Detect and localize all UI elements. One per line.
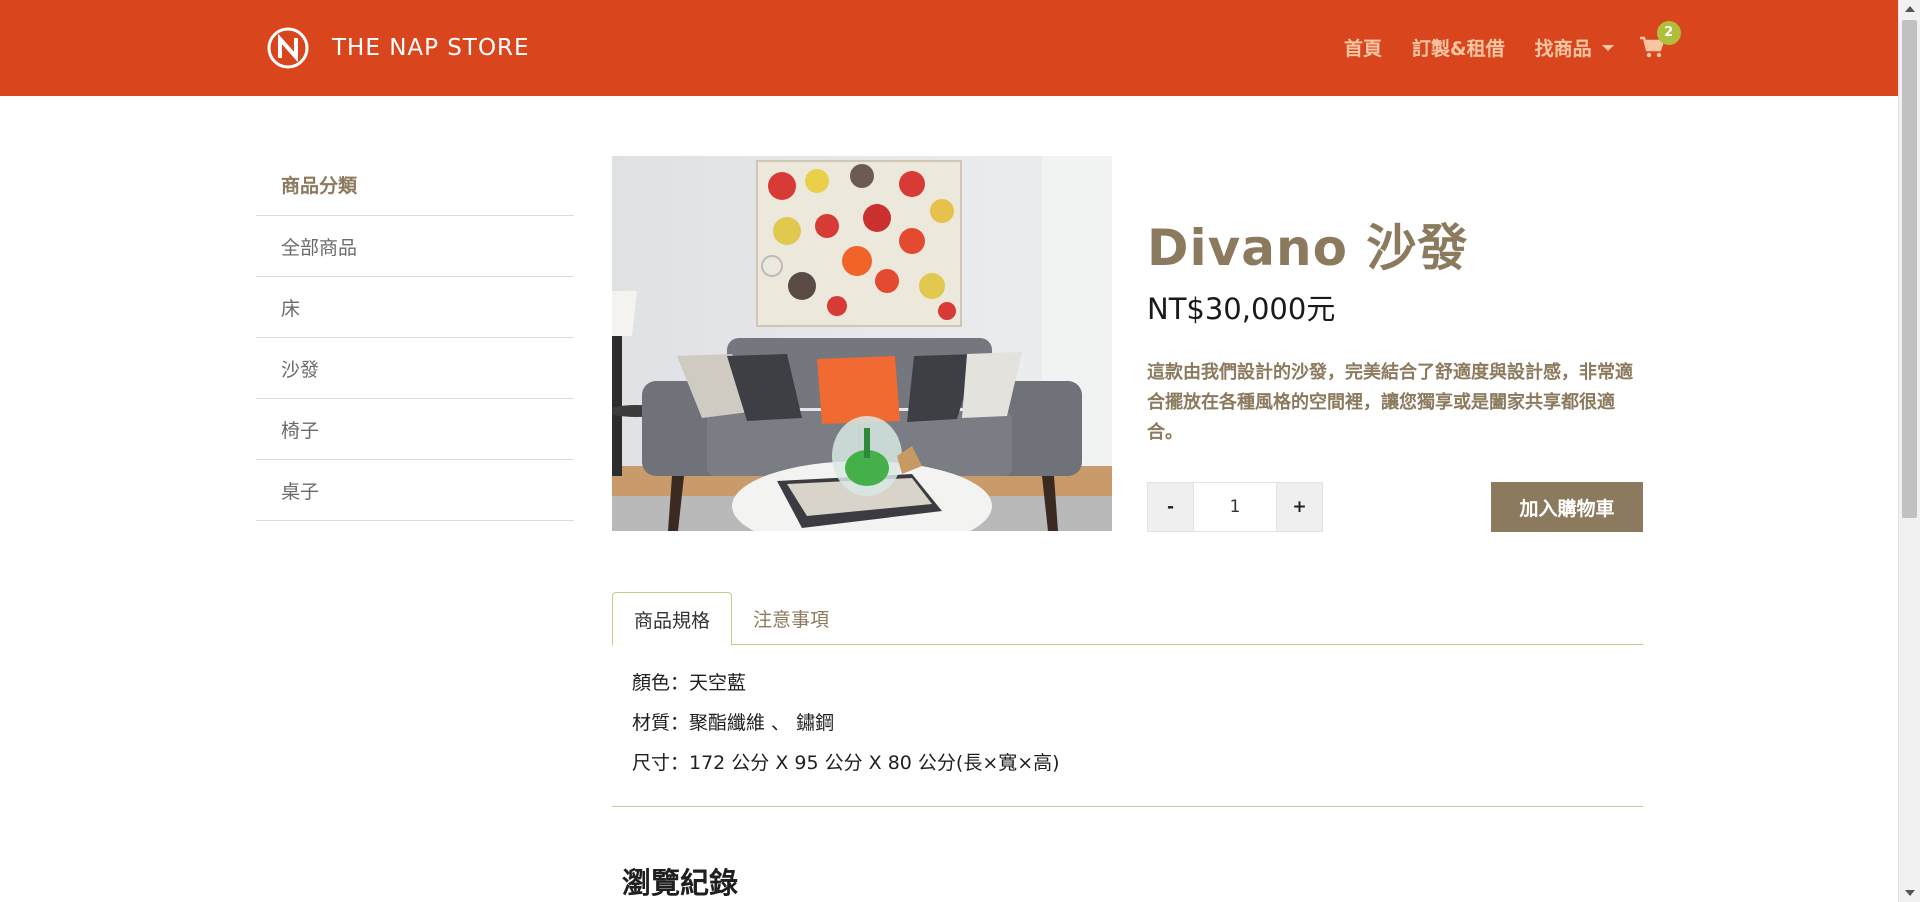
tab-specs[interactable]: 商品規格	[612, 592, 733, 646]
sidebar-item-chair[interactable]: 椅子	[256, 399, 574, 460]
sidebar-item-all[interactable]: 全部商品	[256, 216, 574, 277]
nav-custom-rent[interactable]: 訂製&租借	[1412, 34, 1505, 61]
spec-material: 材質：聚酯纖維 、 鏽鋼	[632, 712, 835, 734]
quantity-decrease-button[interactable]: -	[1147, 482, 1194, 532]
caret-down-icon	[1601, 44, 1614, 51]
cart-button[interactable]: 2	[1639, 20, 1681, 60]
product-title: Divano 沙發	[1147, 219, 1469, 277]
nav-home[interactable]: 首頁	[1344, 34, 1382, 61]
main-nav: 首頁 訂製&租借 找商品 2	[1344, 20, 1681, 61]
product-image	[612, 156, 1112, 531]
nav-find-products-dropdown[interactable]: 找商品	[1535, 34, 1614, 61]
page-scrollbar[interactable]	[1898, 0, 1920, 902]
quantity-input[interactable]	[1194, 482, 1276, 532]
nav-find-products-label: 找商品	[1534, 38, 1592, 60]
logo-icon	[267, 27, 309, 69]
tab-notes[interactable]: 注意事項	[732, 592, 850, 645]
quantity-increase-button[interactable]: +	[1276, 482, 1323, 532]
specs-panel: 顏色：天空藍 材質：聚酯纖維 、 鏽鋼 尺寸：172 公分 X 95 公分 X …	[632, 666, 1060, 786]
product-price: NT$30,000元	[1147, 292, 1336, 326]
product-description: 這款由我們設計的沙發，完美結合了舒適度與設計感，非常適合擺放在各種風格的空間裡，…	[1147, 362, 1633, 443]
brand-link[interactable]: THE NAP STORE	[266, 26, 530, 70]
sidebar-item-table[interactable]: 桌子	[256, 460, 574, 521]
sidebar-item-bed[interactable]: 床	[256, 277, 574, 338]
scroll-down-arrow-icon[interactable]	[1905, 890, 1915, 896]
spec-size: 尺寸：172 公分 X 95 公分 X 80 公分(長×寬×高)	[632, 752, 1060, 774]
add-to-cart-button[interactable]: 加入購物車	[1491, 482, 1643, 532]
spec-color: 顏色：天空藍	[632, 672, 747, 694]
specs-divider	[612, 806, 1643, 807]
scrollbar-thumb[interactable]	[1902, 20, 1917, 518]
scroll-up-arrow-icon[interactable]	[1905, 6, 1915, 12]
top-navbar: THE NAP STORE 首頁 訂製&租借 找商品 2	[0, 0, 1898, 96]
quantity-stepper: - +	[1147, 482, 1323, 532]
sidebar-item-sofa[interactable]: 沙發	[256, 338, 574, 399]
browsing-history-title: 瀏覽紀錄	[622, 866, 739, 900]
sidebar-heading: 商品分類	[256, 154, 574, 216]
product-tabs: 商品規格 注意事項	[612, 592, 1643, 646]
category-sidebar: 商品分類 全部商品 床 沙發 椅子 桌子	[256, 154, 574, 521]
cart-count-badge: 2	[1656, 20, 1681, 45]
brand-name: THE NAP STORE	[332, 35, 530, 61]
